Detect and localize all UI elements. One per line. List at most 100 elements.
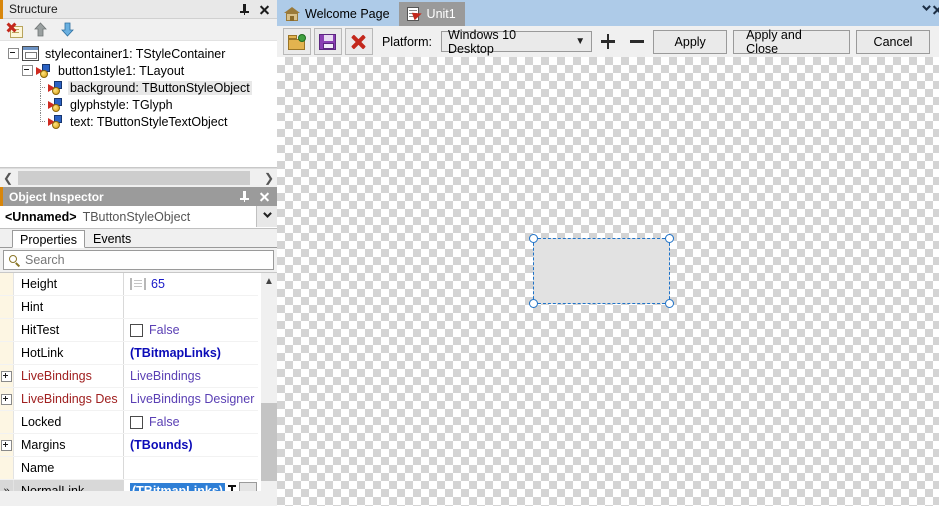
open-folder-icon[interactable]: [283, 28, 311, 55]
component-icon: [36, 63, 52, 78]
row-gutter: [0, 342, 14, 364]
arrow-down-icon[interactable]: [60, 22, 77, 38]
checkbox[interactable]: [130, 415, 143, 429]
property-name: Hint: [14, 296, 124, 318]
pin-icon[interactable]: [239, 3, 250, 15]
chevron-right-icon[interactable]: ❯: [261, 169, 277, 187]
save-disk-icon[interactable]: [313, 28, 342, 55]
property-name: Height: [14, 273, 124, 295]
expander-icon[interactable]: [1, 439, 12, 451]
tab-properties[interactable]: Properties: [12, 230, 85, 248]
tree-node[interactable]: text: TButtonStyleTextObject: [0, 113, 277, 130]
tab-welcome-page-label: Welcome Page: [305, 7, 390, 21]
property-value-cell[interactable]: (TBitmapLinks): [124, 342, 258, 364]
structure-tree[interactable]: stylecontainer1: TStyleContainer button1…: [0, 41, 277, 168]
resize-handle-bottom-right[interactable]: [665, 299, 674, 308]
expander-icon[interactable]: [1, 370, 12, 382]
style-designer-window: Structure stylecontainer1: TStyleContain…: [0, 0, 939, 506]
property-row-height[interactable]: Height 65: [0, 273, 258, 296]
tree-guide: [36, 79, 45, 96]
plus-icon[interactable]: [595, 29, 621, 54]
property-value-cell[interactable]: [124, 457, 258, 479]
property-row-livebindings-designer[interactable]: LiveBindings Des LiveBindings Designer: [0, 388, 258, 411]
resize-handle-top-right[interactable]: [665, 234, 674, 243]
scroll-thumb[interactable]: [261, 403, 277, 481]
property-value-cell[interactable]: (TBitmapLinks) ...: [124, 480, 258, 491]
more-chevron-icon[interactable]: »: [3, 485, 9, 491]
scroll-track[interactable]: [16, 169, 261, 187]
object-inspector-title: Object Inspector: [9, 189, 104, 204]
pin-icon[interactable]: [239, 191, 250, 202]
property-row-livebindings[interactable]: LiveBindings LiveBindings: [0, 365, 258, 388]
chevron-down-icon: ▼: [575, 36, 586, 47]
delete-red-x-icon[interactable]: [344, 28, 373, 55]
property-grid-scrollbar[interactable]: ▲: [261, 273, 277, 491]
expander-icon[interactable]: [22, 65, 33, 76]
platform-select[interactable]: Windows 10 Desktop ▼: [440, 28, 593, 56]
structure-horizontal-scrollbar[interactable]: ❮ ❯: [0, 168, 277, 187]
structure-panel-title: Structure: [9, 2, 58, 16]
property-value: LiveBindings: [130, 369, 201, 383]
tab-properties-label: Properties: [20, 233, 77, 247]
property-name: LiveBindings Des: [14, 388, 124, 410]
property-value: False: [149, 323, 180, 337]
property-value: (TBitmapLinks): [130, 346, 221, 360]
style-design-canvas[interactable]: [277, 57, 939, 506]
tree-node[interactable]: button1style1: TLayout: [0, 62, 277, 79]
object-inspector-header: Object Inspector: [0, 187, 277, 206]
resize-handle-bottom-left[interactable]: [529, 299, 538, 308]
component-icon: [48, 114, 64, 129]
property-value-cell[interactable]: LiveBindings Designer: [124, 388, 258, 410]
tree-node[interactable]: glyphstyle: TGlyph: [0, 96, 277, 113]
property-row-margins[interactable]: Margins (TBounds): [0, 434, 258, 457]
apply-button[interactable]: Apply: [653, 29, 728, 54]
property-row-hotlink[interactable]: HotLink (TBitmapLinks): [0, 342, 258, 365]
minus-icon[interactable]: [624, 29, 650, 54]
property-row-name[interactable]: Name: [0, 457, 258, 480]
left-docked-panels: Structure stylecontainer1: TStyleContain…: [0, 0, 277, 506]
expander-icon[interactable]: [1, 393, 12, 405]
property-grid[interactable]: Height 65 Hint HitTest False HotLink (TB…: [0, 272, 277, 491]
tab-unit1[interactable]: Unit1: [398, 2, 465, 26]
search-icon: [9, 254, 20, 266]
scroll-up-icon[interactable]: ▲: [261, 273, 277, 289]
property-row-hint[interactable]: Hint: [0, 296, 258, 319]
row-gutter: [0, 411, 14, 433]
search-input[interactable]: Search: [3, 250, 274, 270]
property-row-normallink[interactable]: » NormalLink (TBitmapLinks) ...: [0, 480, 258, 491]
property-value-cell[interactable]: [124, 296, 258, 318]
property-grid-rows: Height 65 Hint HitTest False HotLink (TB…: [0, 273, 258, 491]
property-row-locked[interactable]: Locked False: [0, 411, 258, 434]
delete-note-icon[interactable]: [6, 22, 23, 38]
property-row-hittest[interactable]: HitTest False: [0, 319, 258, 342]
property-value-cell[interactable]: 65: [124, 273, 258, 295]
object-selector-combo[interactable]: <Unnamed> TButtonStyleObject: [0, 206, 277, 229]
property-value-cell[interactable]: False: [124, 411, 258, 433]
checkbox[interactable]: [130, 323, 143, 337]
dialog-buttons: Apply Apply and Close Cancel: [653, 28, 939, 56]
tree-node[interactable]: stylecontainer1: TStyleContainer: [0, 45, 277, 62]
scroll-thumb[interactable]: [18, 171, 250, 185]
close-icon[interactable]: [259, 191, 270, 202]
cancel-button[interactable]: Cancel: [856, 29, 931, 54]
property-value-cell[interactable]: False: [124, 319, 258, 341]
property-value-cell[interactable]: LiveBindings: [124, 365, 258, 387]
tab-events[interactable]: Events: [85, 229, 139, 247]
component-icon: [48, 97, 64, 112]
apply-and-close-button[interactable]: Apply and Close: [733, 28, 851, 56]
tree-node-label: stylecontainer1: TStyleContainer: [45, 46, 226, 61]
property-value-cell[interactable]: (TBounds): [124, 434, 258, 456]
tree-node-label: glyphstyle: TGlyph: [70, 97, 173, 112]
chevron-left-icon[interactable]: ❮: [0, 169, 16, 187]
arrow-up-icon[interactable]: [33, 21, 50, 38]
search-placeholder: Search: [25, 253, 65, 267]
resize-handle-top-left[interactable]: [529, 234, 538, 243]
tab-welcome-page[interactable]: Welcome Page: [277, 2, 399, 26]
chevron-down-icon[interactable]: [256, 206, 277, 227]
close-icon[interactable]: [259, 4, 270, 15]
expander-icon[interactable]: [8, 48, 19, 59]
row-gutter: [0, 457, 14, 479]
tree-node[interactable]: background: TButtonStyleObject: [0, 79, 277, 96]
selected-style-object[interactable]: [529, 234, 674, 308]
ellipsis-button[interactable]: ...: [239, 482, 257, 491]
